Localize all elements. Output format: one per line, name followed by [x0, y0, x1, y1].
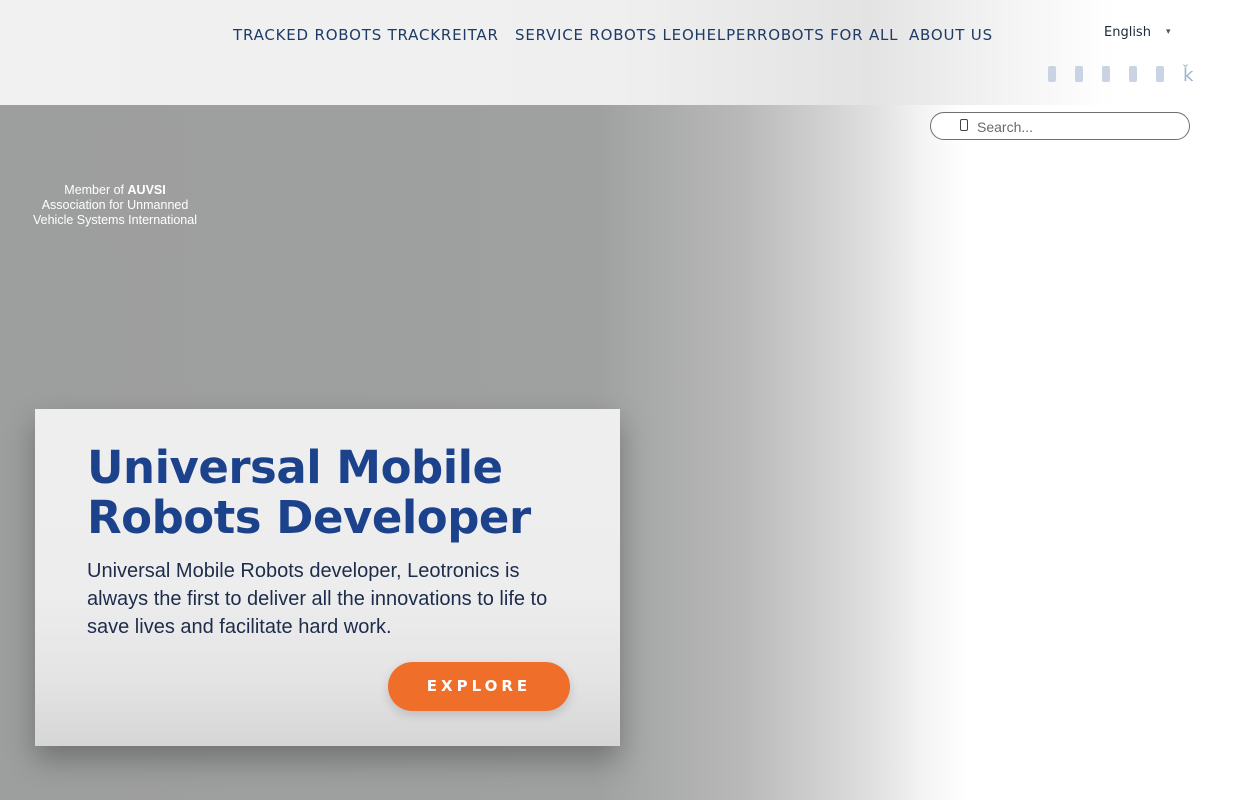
social-icon[interactable]: [1102, 66, 1110, 82]
hero-card: Universal Mobile Robots Developer Univer…: [35, 409, 620, 746]
social-icon[interactable]: [1048, 66, 1056, 82]
nav-item-tracked-robots[interactable]: TRACKED ROBOTS TRACKREITAR: [233, 26, 499, 44]
chevron-down-icon[interactable]: ▾: [1166, 27, 1171, 37]
membership-line-2: Association for Unmanned: [41, 198, 189, 212]
membership-line-3: Vehicle Systems International: [33, 213, 197, 227]
membership-org: AUVSI: [127, 183, 166, 197]
nav-item-about-us[interactable]: ABOUT US: [909, 26, 993, 44]
social-icon[interactable]: [1156, 66, 1164, 82]
hero-description: Universal Mobile Robots developer, Leotr…: [87, 560, 548, 638]
membership-line-1: Member of AUVSI: [15, 183, 215, 198]
membership-prefix: Member of: [64, 183, 125, 197]
social-icon[interactable]: ǩ: [1183, 66, 1193, 86]
search-icon: [960, 119, 968, 131]
site-header: TRACKED ROBOTS TRACKREITAR SERVICE ROBOT…: [0, 0, 1240, 105]
social-icon[interactable]: [1129, 66, 1137, 82]
language-selector[interactable]: English: [1104, 25, 1151, 40]
membership-note: Member of AUVSI Association for Unmanned…: [15, 183, 215, 228]
search-box: [930, 112, 1190, 140]
hero-title-line-2: Robots Developer: [87, 491, 531, 544]
nav-item-robots-for-all[interactable]: ROBOTS FOR ALL: [757, 26, 898, 44]
hero-title: Universal Mobile Robots Developer: [87, 443, 607, 543]
explore-button[interactable]: EXPLORE: [388, 662, 570, 711]
social-icon[interactable]: [1075, 66, 1083, 82]
search-input[interactable]: [975, 116, 1179, 138]
nav-item-service-robots[interactable]: SERVICE ROBOTS LEOHELPER: [515, 26, 757, 44]
hero-title-line-1: Universal Mobile: [87, 441, 503, 494]
